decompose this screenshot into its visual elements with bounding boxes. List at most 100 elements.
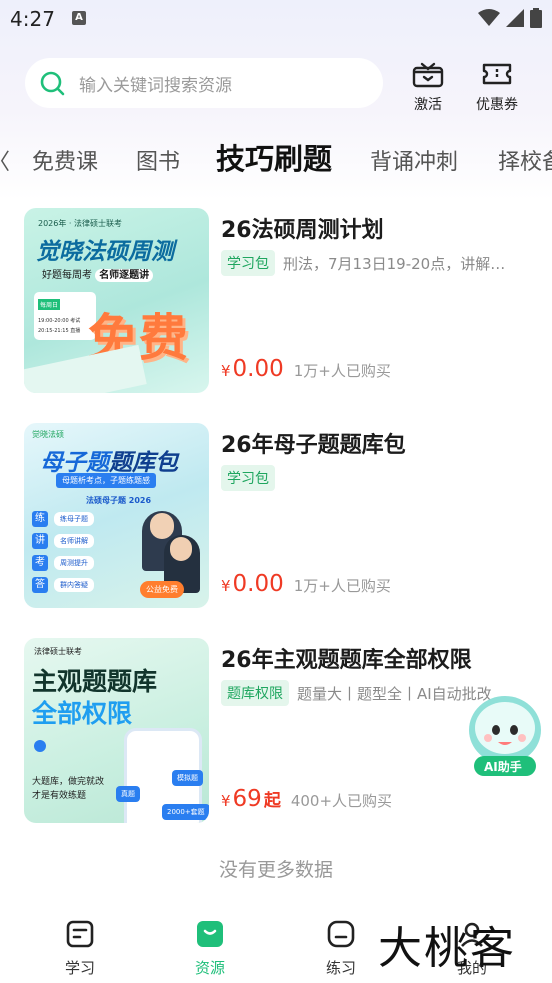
resource-icon	[197, 921, 223, 947]
product-card[interactable]: 2026年 · 法律硕士联考 觉晓法硕周测 好题每周考 名师逐题讲 每周日 19…	[24, 208, 544, 393]
tab-partial-left[interactable]: 〈	[0, 144, 10, 176]
thumb-step-char: 讲	[32, 533, 48, 549]
thumb-schedule-title: 每周日	[38, 299, 61, 310]
thumb-sub-highlight: 名师逐题讲	[95, 269, 154, 282]
price-currency: ¥	[221, 362, 231, 380]
signal-icon	[506, 9, 524, 27]
wifi-icon	[478, 9, 500, 26]
product-thumbnail: 2026年 · 法律硕士联考 觉晓法硕周测 好题每周考 名师逐题讲 每周日 19…	[24, 208, 209, 393]
battery-icon	[530, 8, 542, 28]
category-tabs: 〈 免费课 图书 技巧刷题 背诵冲刺 择校备	[0, 132, 552, 182]
thumb-step-text: 名师讲解	[54, 534, 94, 548]
teacher-face	[150, 513, 174, 539]
product-desc: 刑法，7月13日19-20点，讲解…	[283, 254, 506, 273]
thumb-step-text: 周测提升	[54, 556, 94, 570]
product-tags: 学习包 刑法，7月13日19-20点，讲解…	[221, 250, 521, 276]
ai-helper-button[interactable]: AI助手	[466, 690, 544, 780]
tab-books[interactable]: 图书	[136, 144, 180, 176]
no-more-data: 没有更多数据	[218, 859, 333, 881]
price-value: 69	[232, 786, 262, 812]
gift-icon	[412, 62, 444, 88]
thumb-step-text: 群内答疑	[54, 578, 94, 592]
thumb-step: 考 周测提升	[32, 555, 132, 571]
thumb-steps: 练 练母子题 讲 名师讲解 考 周测提升 答 群内答疑	[32, 511, 132, 593]
ai-helper-label: AI助手	[484, 760, 522, 774]
thumb-body-1: 大题库，做完就改	[32, 777, 105, 787]
thumb-headline-a: 主观题题库	[32, 667, 158, 696]
price-suffix: 起	[263, 791, 281, 811]
product-card[interactable]: 觉晓法硕 母子题题库包 母题析考点，子题练题感 法硕母子题 2026 练 练母子…	[24, 423, 544, 608]
product-thumbnail: 觉晓法硕 母子题题库包 母题析考点，子题练题感 法硕母子题 2026 练 练母子…	[24, 423, 209, 608]
search-placeholder: 输入关键词搜索资源	[79, 75, 232, 96]
thumb-chip-1: 模拟题	[172, 770, 203, 786]
thumb-top-label: 法律硕士联考	[34, 647, 82, 656]
notification-icon: A	[72, 11, 86, 25]
product-title: 26年主观题题库全部权限	[221, 648, 472, 673]
price-row: ¥ 0.00 1万+人已购买	[221, 356, 391, 382]
price-currency: ¥	[221, 577, 231, 595]
thumb-sub: 好题每周考 名师逐题讲	[42, 266, 154, 282]
thumb-step-char: 练	[32, 511, 48, 527]
status-icons	[478, 8, 542, 28]
thumb-chip-3: 2000+套题	[162, 804, 209, 820]
product-tag: 学习包	[221, 465, 275, 491]
thumb-step-char: 答	[32, 577, 48, 593]
nav-study[interactable]: 学习	[50, 919, 110, 978]
tab-recite-sprint[interactable]: 背诵冲刺	[370, 144, 458, 176]
search-input[interactable]: 输入关键词搜索资源	[25, 58, 383, 108]
sold-count: 1万+人已购买	[293, 362, 391, 380]
thumb-step: 讲 名师讲解	[32, 533, 132, 549]
status-time: 4:27	[10, 7, 55, 31]
nav-study-label: 学习	[64, 959, 95, 977]
product-thumbnail: 法律硕士联考 主观题题库 全部权限 大题库，做完就改 才是有效练题 模拟题 真题…	[24, 638, 209, 823]
thumb-top-label: 2026年 · 法律硕士联考	[38, 219, 122, 228]
study-icon	[66, 920, 94, 948]
thumb-chip-2: 真题	[116, 786, 140, 802]
nav-practice-label: 练习	[325, 959, 356, 977]
teacher-face	[170, 537, 192, 561]
thumb-brand: 觉晓法硕	[32, 430, 64, 439]
download-icon	[34, 740, 46, 752]
product-tags: 学习包	[221, 465, 521, 491]
sold-count: 400+人已购买	[290, 792, 393, 810]
sold-count: 1万+人已购买	[293, 577, 391, 595]
thumb-paper-decor	[24, 344, 147, 393]
price-row: ¥ 69 起 400+人已购买	[221, 786, 392, 812]
price-value: 0.00	[232, 571, 284, 597]
product-title: 26法硕周测计划	[221, 218, 384, 243]
nav-practice[interactable]: 练习	[311, 919, 371, 978]
price-value: 0.00	[232, 356, 284, 382]
nav-resource[interactable]: 资源	[180, 919, 240, 978]
tab-skills-practice[interactable]: 技巧刷题	[216, 136, 332, 178]
thumb-headline: 觉晓法硕周测	[36, 239, 174, 265]
activate-button[interactable]: 激活	[403, 60, 453, 114]
thumb-step: 练 练母子题	[32, 511, 132, 527]
thumb-label: 法硕母子题 2026	[86, 496, 152, 505]
thumb-headline-b: 全部权限	[32, 699, 133, 728]
nav-resource-label: 资源	[194, 959, 225, 977]
search-icon	[40, 71, 65, 96]
status-bar: 4:27 A	[0, 0, 552, 38]
thumb-step-text: 练母子题	[54, 512, 94, 526]
product-desc: 题量大丨题型全丨AI自动批改	[297, 684, 492, 703]
price-row: ¥ 0.00 1万+人已购买	[221, 571, 391, 597]
thumb-step: 答 群内答疑	[32, 577, 132, 593]
product-title: 26年母子题题库包	[221, 433, 406, 458]
thumb-body-2: 才是有效练题	[32, 791, 87, 801]
watermark-logo: 大桃客	[378, 923, 516, 974]
thumb-headline: 母子题题库包	[40, 443, 178, 477]
product-tag: 题库权限	[221, 680, 289, 706]
coupon-button[interactable]: 优惠券	[472, 60, 522, 114]
activate-label: 激活	[414, 97, 442, 113]
thumb-sub-text: 好题每周考	[42, 270, 92, 281]
price-currency: ¥	[221, 792, 231, 810]
thumb-schedule-card: 每周日 19:00-20:00 考试 20:15-21:15 直播	[34, 292, 96, 340]
tab-free-courses[interactable]: 免费课	[32, 144, 98, 176]
ticket-icon	[482, 63, 512, 85]
coupon-label: 优惠券	[476, 97, 518, 113]
product-tag: 学习包	[221, 250, 275, 276]
tab-school-choice[interactable]: 择校备	[498, 144, 552, 176]
practice-icon	[327, 920, 355, 948]
thumb-banner: 母题析考点，子题练题感	[56, 473, 156, 488]
thumb-step-char: 考	[32, 555, 48, 571]
